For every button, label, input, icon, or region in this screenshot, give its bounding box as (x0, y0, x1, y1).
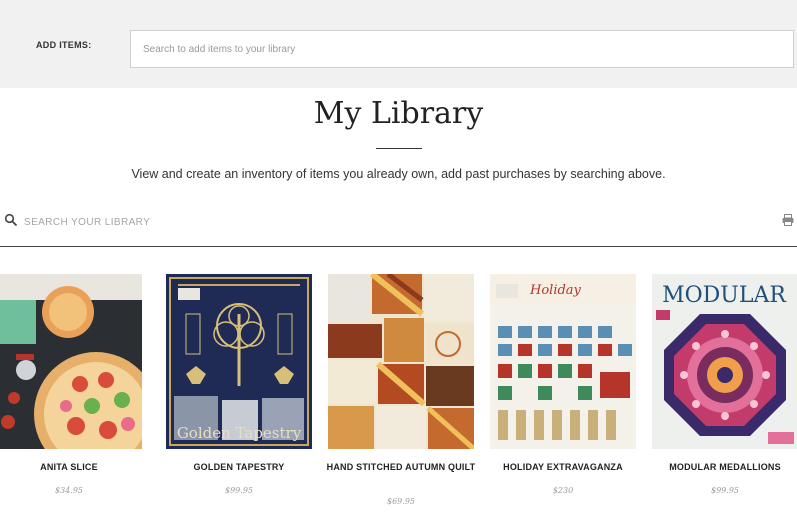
product-price: $99.95 (225, 486, 253, 495)
product-cover-image[interactable] (0, 274, 142, 449)
add-items-label: ADD ITEMS: (36, 40, 92, 50)
cover-text: MODULAR (662, 283, 787, 308)
product-name[interactable]: GOLDEN TAPESTRY (154, 462, 324, 473)
product-price: $69.95 (387, 497, 415, 506)
product-card[interactable]: HAND STITCHED AUTUMN QUILT $69.95 (327, 274, 475, 524)
product-name[interactable]: HOLIDAY EXTRAVAGANZA (478, 462, 648, 473)
product-name[interactable]: ANITA SLICE (0, 462, 154, 473)
product-name[interactable]: MODULAR MEDALLIONS (640, 462, 797, 473)
cover-text: Holiday (529, 283, 582, 298)
product-card[interactable]: ANITA SLICE $34.95 (0, 274, 142, 524)
product-price: $230 (552, 486, 574, 495)
product-card[interactable]: Golden Tapestry GOLDEN TAPESTRY $99.95 (166, 274, 312, 524)
product-card[interactable]: Holiday HOLIDAY EXTRAVAGANZA $230 (490, 274, 636, 524)
library-product-grid: ANITA SLICE $34.95 Golden Tapestry GOLDE… (0, 274, 797, 527)
title-divider (376, 148, 422, 149)
library-search-bar (0, 210, 797, 247)
cover-text: Golden Tapestry (177, 424, 302, 442)
library-search-input[interactable] (22, 212, 746, 232)
product-cover-image[interactable]: Golden Tapestry (166, 274, 312, 449)
search-icon (4, 213, 18, 227)
page-subtitle: View and create an inventory of items yo… (131, 167, 666, 181)
product-cover-image[interactable] (328, 274, 474, 449)
printer-icon[interactable] (781, 213, 795, 227)
page-title: My Library (313, 96, 484, 131)
product-cover-image[interactable]: Holiday (490, 274, 636, 449)
add-items-bar: ADD ITEMS: (0, 0, 797, 88)
product-price: $99.95 (711, 486, 739, 495)
product-name[interactable]: HAND STITCHED AUTUMN QUILT (316, 462, 486, 473)
add-items-search-input[interactable] (130, 30, 794, 68)
product-price: $34.95 (55, 486, 83, 495)
product-cover-image[interactable]: MODULAR (652, 274, 797, 449)
product-card[interactable]: MODULAR MODULAR MEDALLIONS $99.95 (652, 274, 797, 524)
